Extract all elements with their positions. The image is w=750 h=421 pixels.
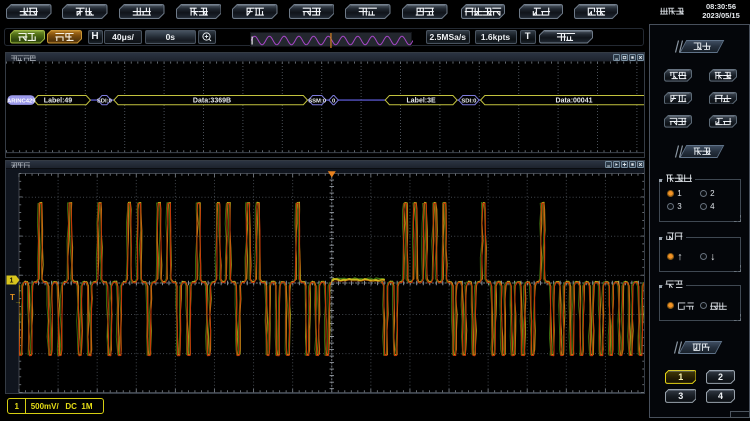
svg-text:SDI:0: SDI:0 — [97, 98, 113, 104]
svg-text:Data:00041: Data:00041 — [556, 98, 593, 105]
svg-text:1: 1 — [678, 372, 683, 382]
svg-text:4: 4 — [718, 391, 723, 401]
svg-text:Data:3369B: Data:3369B — [193, 98, 231, 105]
svg-text:SDI:0: SDI:0 — [461, 98, 477, 104]
svg-text:1: 1 — [10, 277, 14, 284]
svg-text:Label:3E: Label:3E — [407, 98, 437, 105]
svg-text:Label:49: Label:49 — [44, 98, 73, 105]
svg-text:2: 2 — [718, 372, 723, 382]
svg-text:ARINC429: ARINC429 — [7, 99, 36, 105]
svg-text:SSM:0: SSM:0 — [308, 98, 327, 104]
svg-text:3: 3 — [678, 391, 683, 401]
